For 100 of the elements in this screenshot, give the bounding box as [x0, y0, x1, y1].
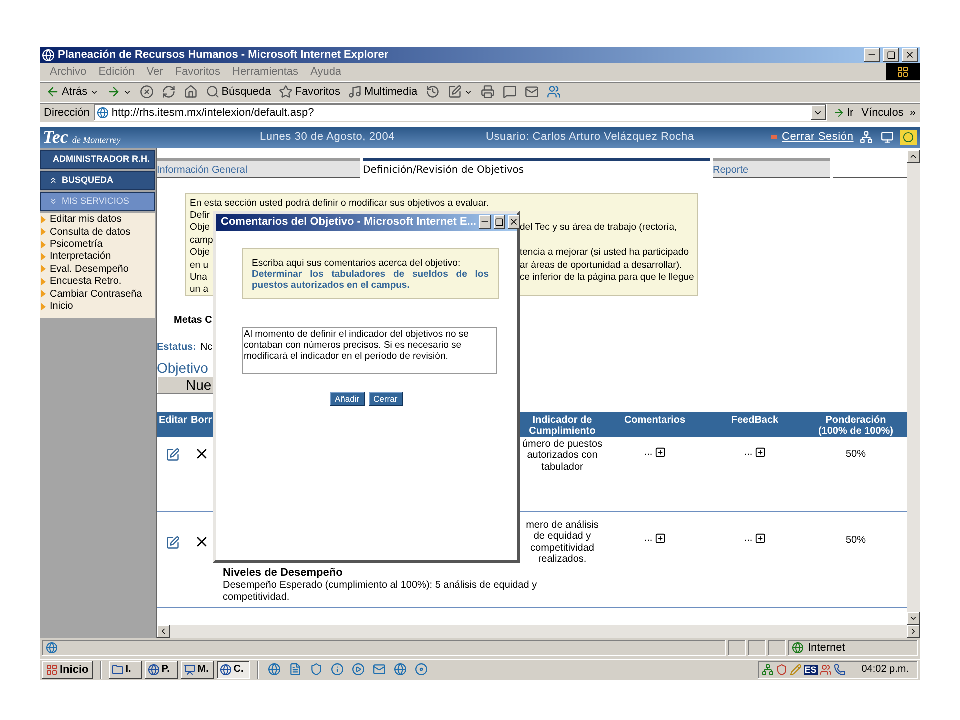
minimize-button[interactable]: [479, 215, 492, 230]
chevrons-down-icon: [49, 196, 58, 206]
scroll-left-button[interactable]: [157, 624, 170, 638]
column-header: Borr: [189, 412, 215, 437]
expand-icon[interactable]: [654, 532, 666, 544]
info-text: ce inferior de la página para que le llegue: [520, 272, 694, 284]
table-cell: ...: [644, 446, 653, 458]
start-button[interactable]: Inicio: [42, 660, 93, 679]
info-text: camp: [190, 234, 213, 248]
arrow-icon: [832, 106, 845, 119]
taskbar-button[interactable]: C.: [216, 660, 250, 679]
dialog-button[interactable]: Cerrar: [368, 392, 403, 406]
column-header: Ponderación (100% de 100%): [805, 412, 907, 437]
info-text: Obje: [190, 247, 212, 260]
sidebar-link[interactable]: Cambiar Contraseña: [40, 288, 155, 300]
window-icon[interactable]: [879, 130, 896, 145]
refresh-icon: [162, 85, 176, 100]
page-icon: [46, 642, 58, 654]
media-button[interactable]: Multimedia: [346, 82, 420, 102]
go-button[interactable]: Ir: [830, 103, 856, 122]
comment-field[interactable]: Al momento de definir el indicador del objetivos no se contaban con números precisos. Si es necesario se modificará el indicador en el período de revisión.: [242, 326, 497, 374]
minimize-button[interactable]: [864, 48, 880, 62]
details-text: Desempeño Esperado (cumplimiento al 100%): 5 análisis de equidad y competitividad.: [223, 580, 538, 604]
sidebar-section[interactable]: BUSQUEDA: [40, 170, 155, 190]
back-button[interactable]: Atrás: [44, 82, 101, 102]
date-text: Lunes 30 de Agosto, 2004: [260, 131, 396, 144]
expand-icon[interactable]: [754, 446, 766, 458]
sidebar-link[interactable]: Eval. Desempeño: [40, 263, 155, 276]
status-label: Estatus:: [157, 342, 196, 353]
maximize-button[interactable]: [494, 215, 506, 230]
arrow-right-icon: [106, 85, 121, 100]
table-cell-text: mero de análisis de equidad y competitividad realizados.: [525, 520, 600, 566]
home-icon: [184, 85, 198, 100]
close-button[interactable]: [902, 48, 918, 62]
pen-icon: [448, 85, 462, 100]
people-icon: [546, 85, 561, 100]
maximize-button[interactable]: [883, 48, 899, 62]
scroll-up-button[interactable]: [907, 150, 920, 163]
scroll-right-button[interactable]: [907, 624, 920, 638]
maximize-icon: [495, 218, 504, 227]
dropdown-button[interactable]: [810, 105, 826, 120]
info-text: en u: [190, 260, 210, 272]
taskbar-button[interactable]: M.: [180, 660, 214, 679]
sidebar-link[interactable]: Editar mis datos: [40, 214, 155, 226]
column-header: Editar: [157, 412, 189, 437]
page-icon: [96, 106, 109, 119]
maximize-icon: [886, 50, 896, 60]
scroll-down-button[interactable]: [907, 612, 920, 625]
tab[interactable]: Reporte: [713, 158, 830, 178]
printer-icon: [480, 85, 495, 100]
people-icon[interactable]: [820, 664, 832, 676]
sidebar-section[interactable]: ADMINISTRADOR R.H.: [40, 150, 155, 169]
sidebar-link[interactable]: Consulta de datos: [40, 226, 155, 238]
monitor-drawing: [881, 130, 894, 144]
taskbar-button[interactable]: P.: [144, 660, 178, 679]
table-cell: ...: [744, 446, 753, 458]
new-button[interactable]: Nue: [157, 376, 215, 394]
dialog-button[interactable]: Añadir: [330, 392, 365, 406]
info-text: Defir: [190, 210, 212, 222]
play-icon: [352, 663, 366, 676]
tab[interactable]: Definición/Revisión de Objetivos: [363, 158, 710, 178]
sidebar-link[interactable]: Interpretación: [40, 250, 155, 264]
taskbar-button[interactable]: I.: [108, 660, 142, 679]
presentation-icon: [184, 664, 196, 676]
address-field[interactable]: http://rhs.itesm.mx/intelexion/default.asp?: [94, 104, 827, 122]
network-icon[interactable]: [762, 664, 774, 676]
sidebar-link[interactable]: Inicio: [40, 300, 155, 313]
sidebar-link[interactable]: Psicometría: [40, 238, 155, 251]
language-indicator[interactable]: ES: [804, 664, 818, 675]
shield-icon[interactable]: [776, 664, 788, 676]
document-icon: [289, 663, 302, 676]
section-title: Metas C: [174, 314, 214, 326]
sidebar-link[interactable]: Encuesta Retro.: [40, 276, 155, 288]
logout-link[interactable]: Cerrar Sesión: [782, 131, 854, 144]
edit-icon[interactable]: [166, 448, 180, 462]
network-drawing: [860, 130, 873, 144]
chevrons-up-icon: [49, 176, 58, 185]
globe-icon: [220, 664, 232, 676]
info-text: ar áreas de oportunidad a desarrollar).: [520, 260, 684, 272]
objective-text: Determinar los tabuladores de sueldos de los puestos autorizados en el campus.: [252, 268, 489, 291]
status-panel: [728, 640, 746, 656]
more-chevron[interactable]: »: [910, 106, 916, 119]
stop-icon: [140, 85, 154, 100]
tab[interactable]: Información General: [157, 158, 360, 178]
table-cell: 50%: [846, 534, 866, 546]
user-name: Usuario: Carlos Arturo Velázquez Rocha: [486, 131, 696, 144]
globe-icon: [792, 642, 804, 654]
address-label: Dirección: [44, 106, 90, 119]
edit-icon[interactable]: [166, 536, 180, 550]
expand-icon[interactable]: [654, 446, 666, 458]
expand-icon[interactable]: [754, 532, 766, 544]
close-button[interactable]: [508, 215, 520, 230]
favorites-button[interactable]: Favoritos: [277, 82, 342, 102]
info-text: Obje: [190, 222, 212, 235]
network-icon[interactable]: [858, 130, 875, 145]
phone-icon[interactable]: [834, 664, 846, 676]
table-cell-text: úmero de puestos autorizados con tabulador: [521, 438, 604, 474]
search-button[interactable]: Búsqueda: [204, 82, 274, 102]
links-button[interactable]: Vínculos: [860, 103, 906, 122]
help-icon[interactable]: [900, 130, 917, 145]
